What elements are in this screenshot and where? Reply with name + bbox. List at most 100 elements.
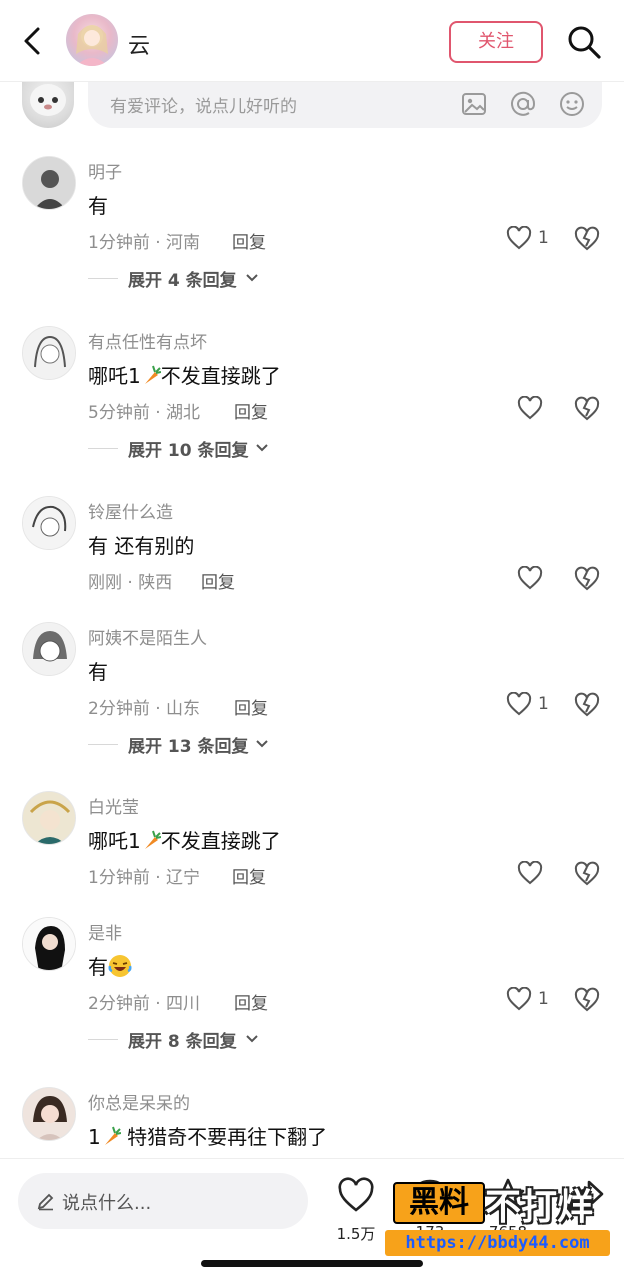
expand-divider <box>88 1039 118 1040</box>
comment-username[interactable]: 白光莹 <box>88 793 139 818</box>
comment-username[interactable]: 阿姨不是陌生人 <box>88 624 207 649</box>
dislike-button[interactable] <box>573 396 603 426</box>
comment-meta: 2分钟前 · 山东 <box>88 699 201 719</box>
comment-avatar[interactable] <box>22 1087 76 1141</box>
comment-text-part: 不发直接跳了 <box>160 364 281 388</box>
expand-replies-label: 展开 10 条回复 <box>128 441 249 461</box>
like-action[interactable]: 1.5万 <box>326 1173 386 1243</box>
heart-icon <box>506 987 532 1011</box>
broken-heart-icon <box>574 396 600 421</box>
comment-text-part: 哪吒1 <box>88 829 141 853</box>
comment-text: 1 特猎奇不要再往下翻了 <box>88 1121 327 1150</box>
image-icon[interactable] <box>460 90 488 118</box>
expand-replies-label: 展开 4 条回复 <box>128 271 237 291</box>
heart-icon <box>517 396 543 420</box>
carrot-emoji-icon <box>141 829 161 851</box>
heart-icon <box>506 692 532 716</box>
expand-divider <box>88 278 118 279</box>
expand-replies[interactable]: 展开 8 条回复 <box>88 1027 388 1052</box>
comment-avatar[interactable] <box>22 917 76 971</box>
reply-button[interactable]: 回复 <box>234 398 268 423</box>
expand-replies[interactable]: 展开 10 条回复 <box>88 436 388 461</box>
mention-icon[interactable] <box>509 90 537 118</box>
broken-heart-icon <box>574 226 600 251</box>
like-button[interactable]: 1 <box>506 985 558 1015</box>
top-nav-bar: 云 关注 <box>0 0 624 82</box>
comment-meta: 刚刚 · 陕西 <box>88 573 173 593</box>
comment-avatar[interactable] <box>22 622 76 676</box>
reply-button[interactable]: 回复 <box>234 989 268 1014</box>
comment-text-part: 特猎奇不要再往下翻了 <box>120 1125 328 1149</box>
comment-input-row: 有爱评论，说点儿好听的 <box>0 82 624 130</box>
search-icon[interactable] <box>566 24 602 60</box>
home-indicator <box>201 1260 423 1267</box>
comment-username[interactable]: 铃屋什么造 <box>88 498 173 523</box>
comment-avatar[interactable] <box>22 156 76 210</box>
comment-text-part: 1 <box>88 1125 101 1149</box>
dislike-button[interactable] <box>573 987 603 1017</box>
chevron-down-icon <box>244 270 260 286</box>
comment-meta: 2分钟前 · 四川 <box>88 994 201 1014</box>
reply-button[interactable]: 回复 <box>234 694 268 719</box>
comment-input[interactable]: 有爱评论，说点儿好听的 <box>88 82 602 128</box>
reply-button[interactable]: 回复 <box>232 863 266 888</box>
watermark-url: https://bbdy44.com <box>385 1230 610 1256</box>
broken-heart-icon <box>574 566 600 591</box>
expand-replies[interactable]: 展开 13 条回复 <box>88 732 388 757</box>
broken-heart-icon <box>574 692 600 717</box>
watermark-logo: 黑料 <box>393 1182 485 1224</box>
heart-icon <box>338 1177 374 1212</box>
comment-avatar[interactable] <box>22 326 76 380</box>
heart-icon <box>517 566 543 590</box>
comment-text: 哪吒1 不发直接跳了 <box>88 360 281 389</box>
dislike-button[interactable] <box>573 226 603 256</box>
comment-text: 有 <box>88 951 132 980</box>
expand-replies-label: 展开 13 条回复 <box>128 737 249 757</box>
carrot-emoji-icon <box>101 1125 121 1147</box>
back-arrow-icon[interactable] <box>18 26 48 56</box>
watermark-overlay: 黑料 不打烊 https://bbdy44.com <box>385 1174 615 1260</box>
reply-button[interactable]: 回复 <box>232 228 266 253</box>
expand-replies[interactable]: 展开 4 条回复 <box>88 266 388 291</box>
like-total: 1.5万 <box>336 1225 376 1243</box>
my-avatar <box>22 82 74 128</box>
comment-meta: 5分钟前 · 湖北 <box>88 403 201 423</box>
comment-meta: 1分钟前 · 辽宁 <box>88 868 201 888</box>
bottom-comment-input[interactable]: 说点什么... <box>18 1173 308 1229</box>
like-count: 1 <box>538 228 549 248</box>
comment-text: 有 <box>88 194 108 218</box>
like-button[interactable] <box>517 564 569 594</box>
comment-text: 有 <box>88 660 108 684</box>
dislike-button[interactable] <box>573 566 603 596</box>
laughing-emoji-icon <box>108 954 132 978</box>
like-button[interactable] <box>517 394 569 424</box>
broken-heart-icon <box>574 861 600 886</box>
comment-text-part: 不发直接跳了 <box>160 829 281 853</box>
comment-username[interactable]: 有点任性有点坏 <box>88 328 207 353</box>
like-button[interactable] <box>517 859 569 889</box>
comment-username[interactable]: 明子 <box>88 158 122 183</box>
comment-username[interactable]: 是非 <box>88 919 122 944</box>
expand-divider <box>88 448 118 449</box>
like-button[interactable]: 1 <box>506 224 558 254</box>
emoji-icon[interactable] <box>558 90 586 118</box>
like-count: 1 <box>538 989 549 1009</box>
chevron-down-icon <box>254 440 270 456</box>
comment-username[interactable]: 你总是呆呆的 <box>88 1089 190 1114</box>
comment-meta: 1分钟前 · 河南 <box>88 233 201 253</box>
comment-avatar[interactable] <box>22 496 76 550</box>
comment-avatar[interactable] <box>22 791 76 845</box>
author-name[interactable]: 云 <box>128 28 150 60</box>
chevron-down-icon <box>254 736 270 752</box>
follow-button[interactable]: 关注 <box>449 21 543 63</box>
expand-replies-label: 展开 8 条回复 <box>128 1032 237 1052</box>
heart-icon <box>517 861 543 885</box>
heart-icon <box>506 226 532 250</box>
author-avatar[interactable] <box>66 14 118 66</box>
like-button[interactable]: 1 <box>506 690 558 720</box>
pencil-icon <box>36 1191 56 1211</box>
reply-button[interactable]: 回复 <box>201 568 235 593</box>
dislike-button[interactable] <box>573 692 603 722</box>
dislike-button[interactable] <box>573 861 603 891</box>
like-count: 1 <box>538 694 549 714</box>
